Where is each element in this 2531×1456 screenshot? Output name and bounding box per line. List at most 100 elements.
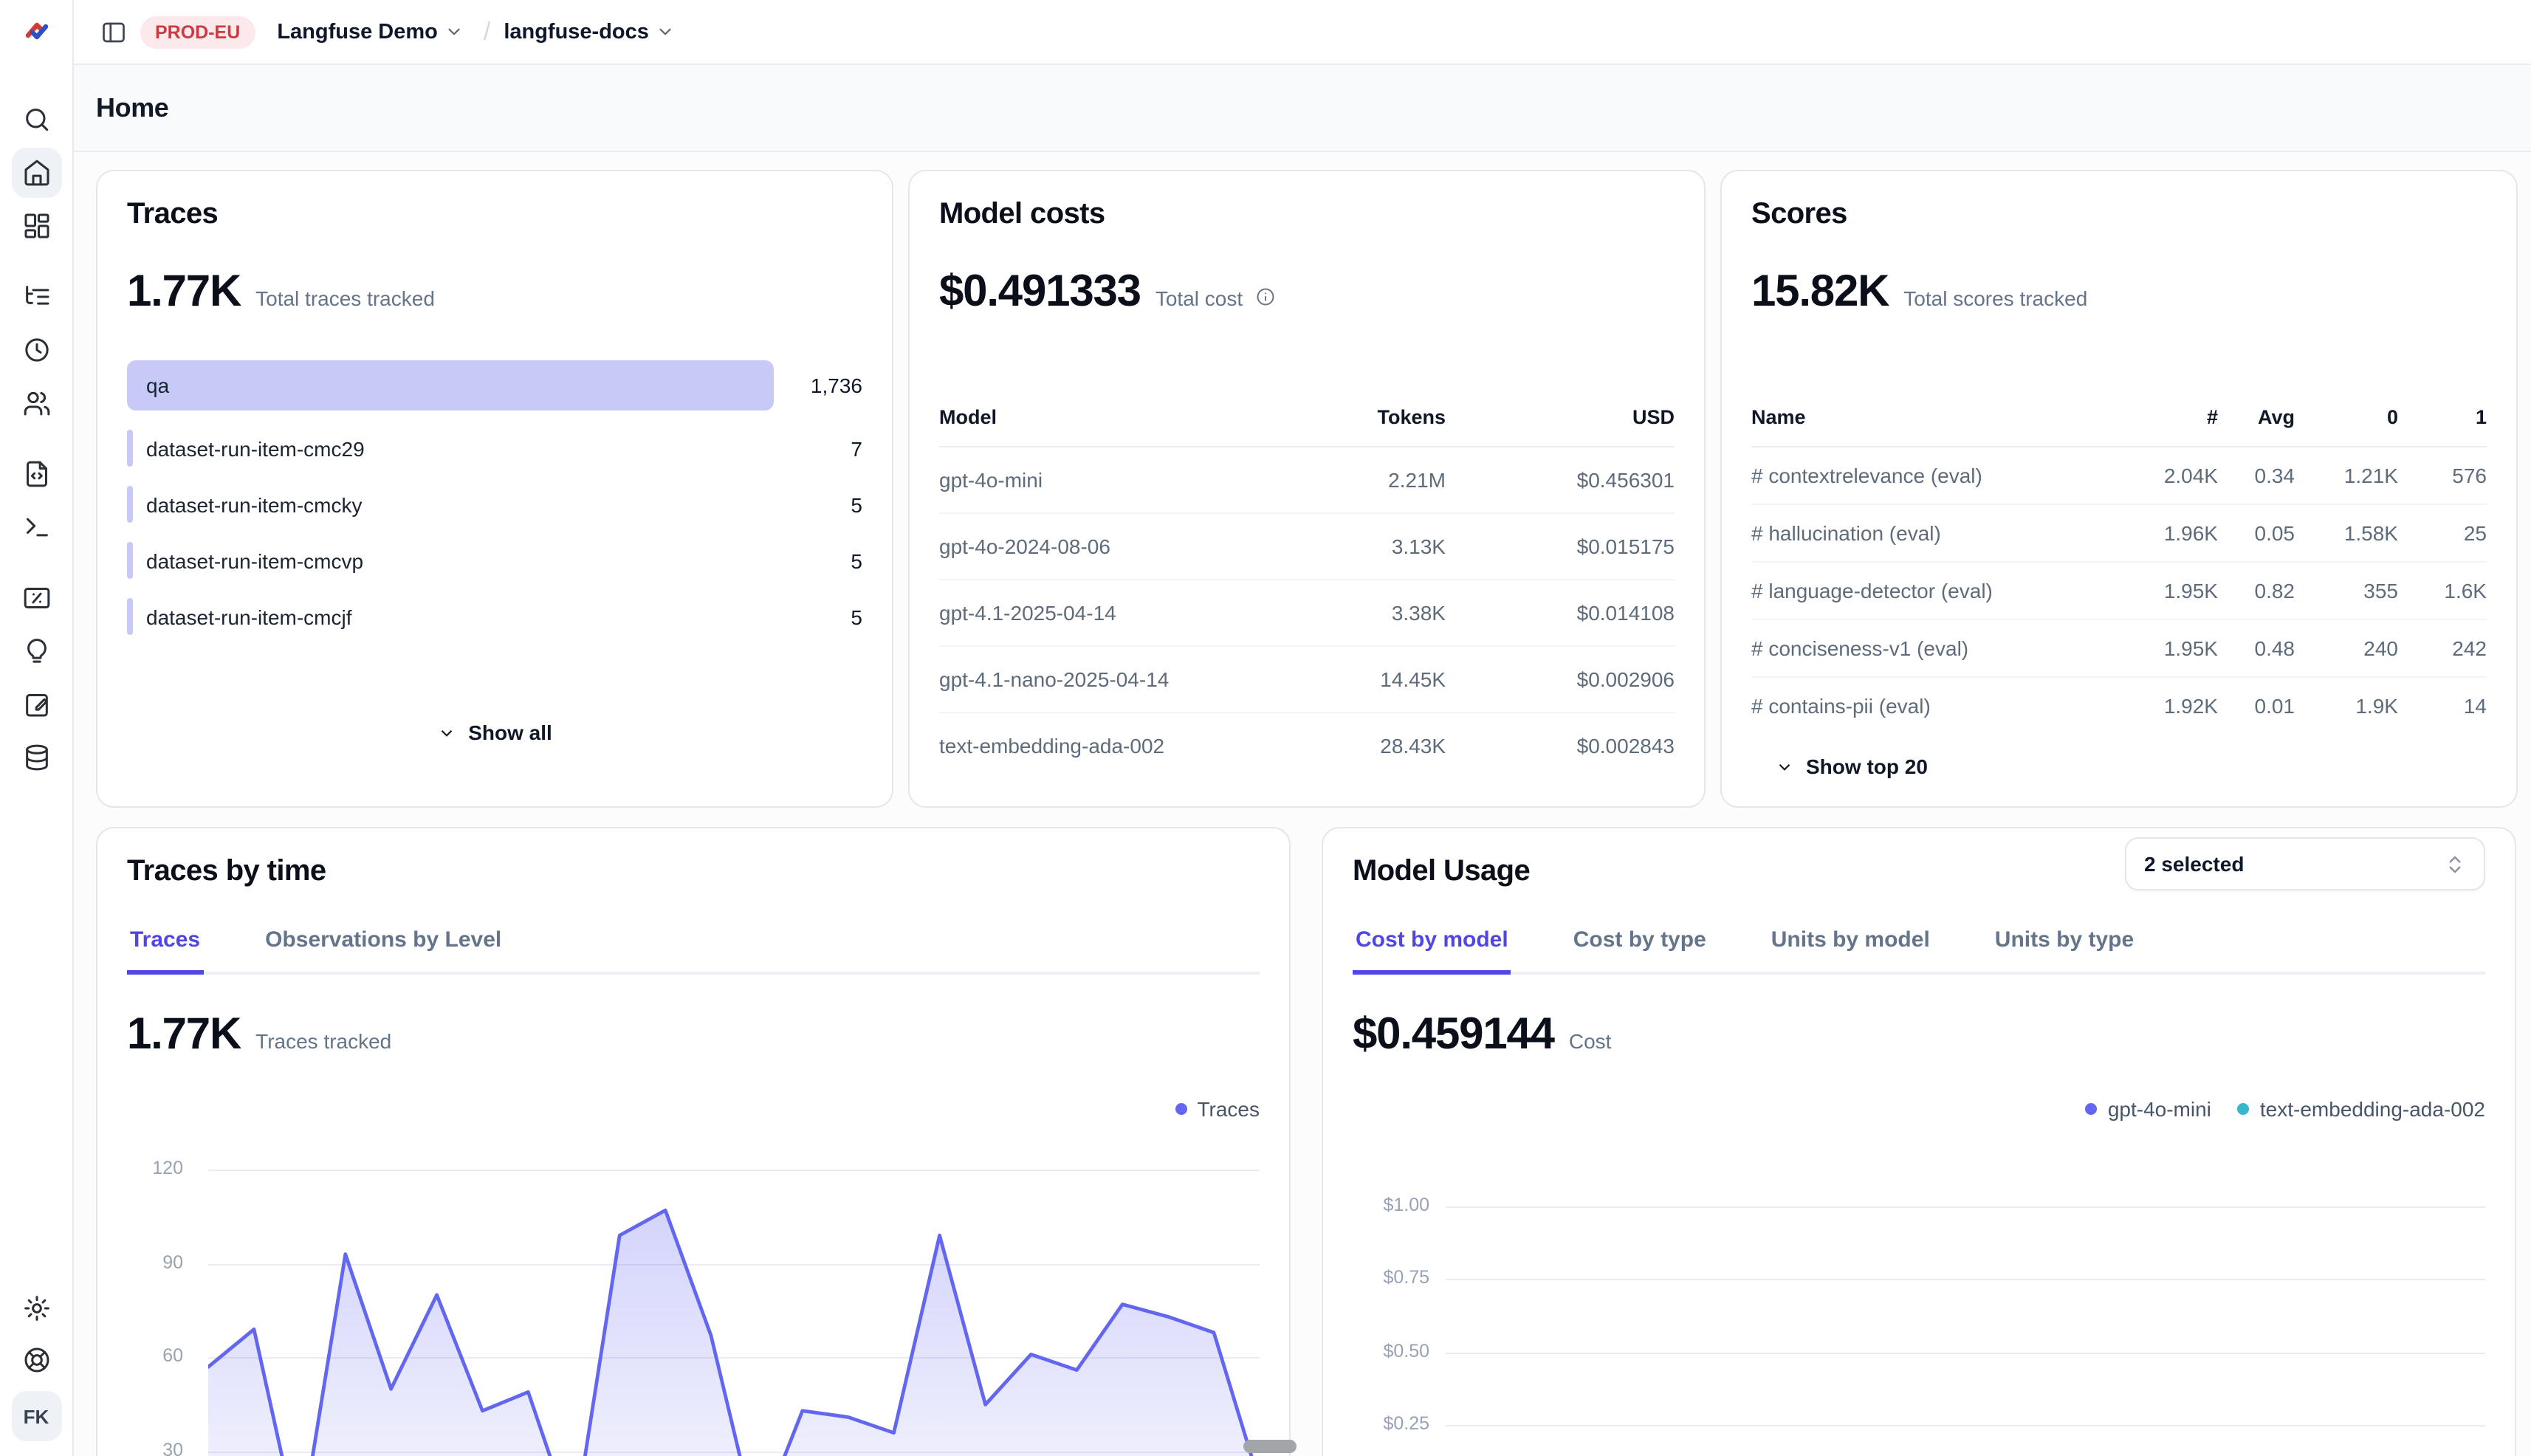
sidebar-item-support[interactable] (11, 1335, 61, 1385)
langfuse-logo-icon[interactable] (18, 13, 54, 49)
trace-name: dataset-run-item-cmc29 (146, 430, 365, 467)
page-title: Home (96, 92, 168, 123)
axis-tick-label: 90 (97, 1252, 183, 1273)
annotation-icon (21, 690, 51, 719)
scores-card: Scores 15.82K Total scores tracked Name#… (1720, 170, 2518, 808)
prompts-icon (21, 459, 51, 489)
column-header: 0 (2295, 406, 2398, 447)
sessions-icon (21, 335, 51, 365)
traces-by-time-card: Traces by time Traces Observations by Lev… (96, 827, 1291, 1456)
trace-name: dataset-run-item-cmcky (146, 486, 363, 523)
table-row: # hallucination (eval)1.96K0.051.58K25 (1751, 504, 2487, 562)
tab-traces[interactable]: Traces (127, 927, 203, 975)
trace-bar-row: dataset-run-item-cmcvp 5 (127, 542, 862, 579)
sidebar-item-annotation[interactable] (11, 679, 61, 729)
traces-tracked-label: Traces tracked (255, 1029, 391, 1053)
axis-tick-label: 60 (97, 1345, 183, 1366)
chevron-down-icon[interactable] (445, 22, 464, 41)
trace-bar-row: qa1,736 (127, 360, 862, 411)
legend-dot-icon (2086, 1103, 2098, 1115)
table-row: gpt-4.1-nano-2025-04-1414.45K$0.002906 (939, 646, 1675, 712)
trace-count: 5 (851, 598, 862, 635)
model-usage-card: Model Usage 2 selected Cost by modelCost… (1322, 827, 2516, 1456)
model-costs-card: Model costs $0.491333 Total cost ModelTo… (908, 170, 1706, 808)
legend-item[interactable]: Traces (1175, 1097, 1260, 1121)
model-select[interactable]: 2 selected (2125, 837, 2485, 890)
sidebar-item-search[interactable] (11, 95, 61, 145)
sidebar-item-home[interactable] (11, 148, 61, 198)
sidebar-item-users[interactable] (11, 378, 61, 428)
org-switcher[interactable]: Langfuse Demo (277, 20, 438, 44)
info-icon[interactable] (1254, 286, 1275, 307)
legend-dot-icon (1175, 1103, 1186, 1115)
trace-count: 5 (851, 486, 862, 523)
scores-title: Scores (1751, 198, 2487, 232)
table-row: gpt-4.1-2025-04-143.38K$0.014108 (939, 580, 1675, 646)
chevrons-up-down-icon (2444, 853, 2466, 875)
traces-bar-list: qa1,736dataset-run-item-cmc297dataset-ru… (127, 360, 862, 635)
evals-icon (21, 583, 51, 613)
legend-item[interactable]: gpt-4o-mini (2086, 1097, 2211, 1121)
table-row: # contextrelevance (eval)2.04K0.341.21K5… (1751, 447, 2487, 504)
trace-count: 5 (851, 542, 862, 579)
sidebar-item-dashboards[interactable] (11, 201, 61, 251)
sidebar-item-tracing[interactable] (11, 272, 61, 322)
trace-bar (127, 430, 133, 467)
horizontal-scrollbar-thumb[interactable] (1243, 1440, 1297, 1453)
trace-name: dataset-run-item-cmcjf (146, 598, 352, 635)
page-header: Home (74, 65, 2531, 152)
axis-tick-label: $0.50 (1323, 1341, 1429, 1361)
model-costs-title: Model costs (939, 198, 1675, 232)
tab-observations-by-level[interactable]: Observations by Level (262, 927, 504, 975)
trace-bar (127, 360, 774, 411)
traces-card: Traces 1.77K Total traces tracked qa1,73… (96, 170, 893, 808)
trace-bar-row: dataset-run-item-cmcky 5 (127, 486, 862, 523)
sidebar-item-evals[interactable] (11, 573, 61, 623)
tab-units-by-type[interactable]: Units by type (1992, 927, 2137, 975)
breadcrumb-separator: / (484, 17, 490, 47)
sidebar-item-sessions[interactable] (11, 325, 61, 375)
tab-cost-by-model[interactable]: Cost by model (1353, 927, 1511, 975)
model-costs-table: ModelTokensUSDgpt-4o-mini2.21M$0.456301g… (939, 406, 1675, 778)
sidebar-item-prompts[interactable] (11, 449, 61, 499)
trace-name: qa (146, 360, 169, 411)
chevron-down-icon[interactable] (656, 22, 676, 41)
usage-cost-label: Cost (1569, 1029, 1612, 1053)
settings-icon (21, 1294, 51, 1323)
topbar: PROD-EU Langfuse Demo / langfuse-docs (74, 0, 2531, 65)
axis-tick-label: $0.75 (1323, 1267, 1429, 1288)
show-top-20-button[interactable]: Show top 20 (1775, 755, 1928, 778)
traces-by-time-title: Traces by time (127, 855, 1260, 889)
column-header: # (2100, 406, 2218, 447)
project-switcher[interactable]: langfuse-docs (504, 20, 649, 44)
sidebar-item-insights[interactable] (11, 626, 61, 676)
column-header: 1 (2398, 406, 2487, 447)
sidebar: FK (0, 0, 74, 1456)
model-costs-total: $0.491333 (939, 267, 1141, 317)
avatar[interactable]: FK (11, 1391, 61, 1441)
dashboards-icon (21, 211, 51, 241)
panel-left-toggle-icon[interactable] (100, 18, 127, 45)
legend-dot-icon (2238, 1103, 2250, 1115)
environment-badge[interactable]: PROD-EU (140, 16, 255, 48)
sidebar-item-datasets[interactable] (11, 732, 61, 783)
trace-bar-row: dataset-run-item-cmc297 (127, 430, 862, 467)
langfuse-home-page: FK PROD-EU Langfuse Demo / langfuse-docs… (0, 0, 2531, 1456)
column-header: Name (1751, 406, 2100, 447)
traces-area-chart (208, 1139, 1260, 1456)
show-all-button[interactable]: Show all (437, 721, 552, 744)
trace-bar (127, 486, 133, 523)
scores-total-label: Total scores tracked (1903, 286, 2087, 310)
sidebar-item-playground[interactable] (11, 502, 61, 552)
traces-card-title: Traces (127, 198, 862, 232)
traces-chart-legend: Traces (1175, 1097, 1260, 1121)
model-usage-tabs: Cost by model Cost by type Units by model U… (1353, 927, 2485, 975)
sidebar-item-settings[interactable] (11, 1283, 61, 1333)
sidebar-nav (11, 93, 61, 802)
legend-item[interactable]: text-embedding-ada-002 (2238, 1097, 2485, 1121)
tab-cost-by-type[interactable]: Cost by type (1570, 927, 1709, 975)
scores-total: 15.82K (1751, 267, 1889, 317)
users-icon (21, 388, 51, 418)
tab-units-by-model[interactable]: Units by model (1768, 927, 1933, 975)
trace-name: dataset-run-item-cmcvp (146, 542, 363, 579)
